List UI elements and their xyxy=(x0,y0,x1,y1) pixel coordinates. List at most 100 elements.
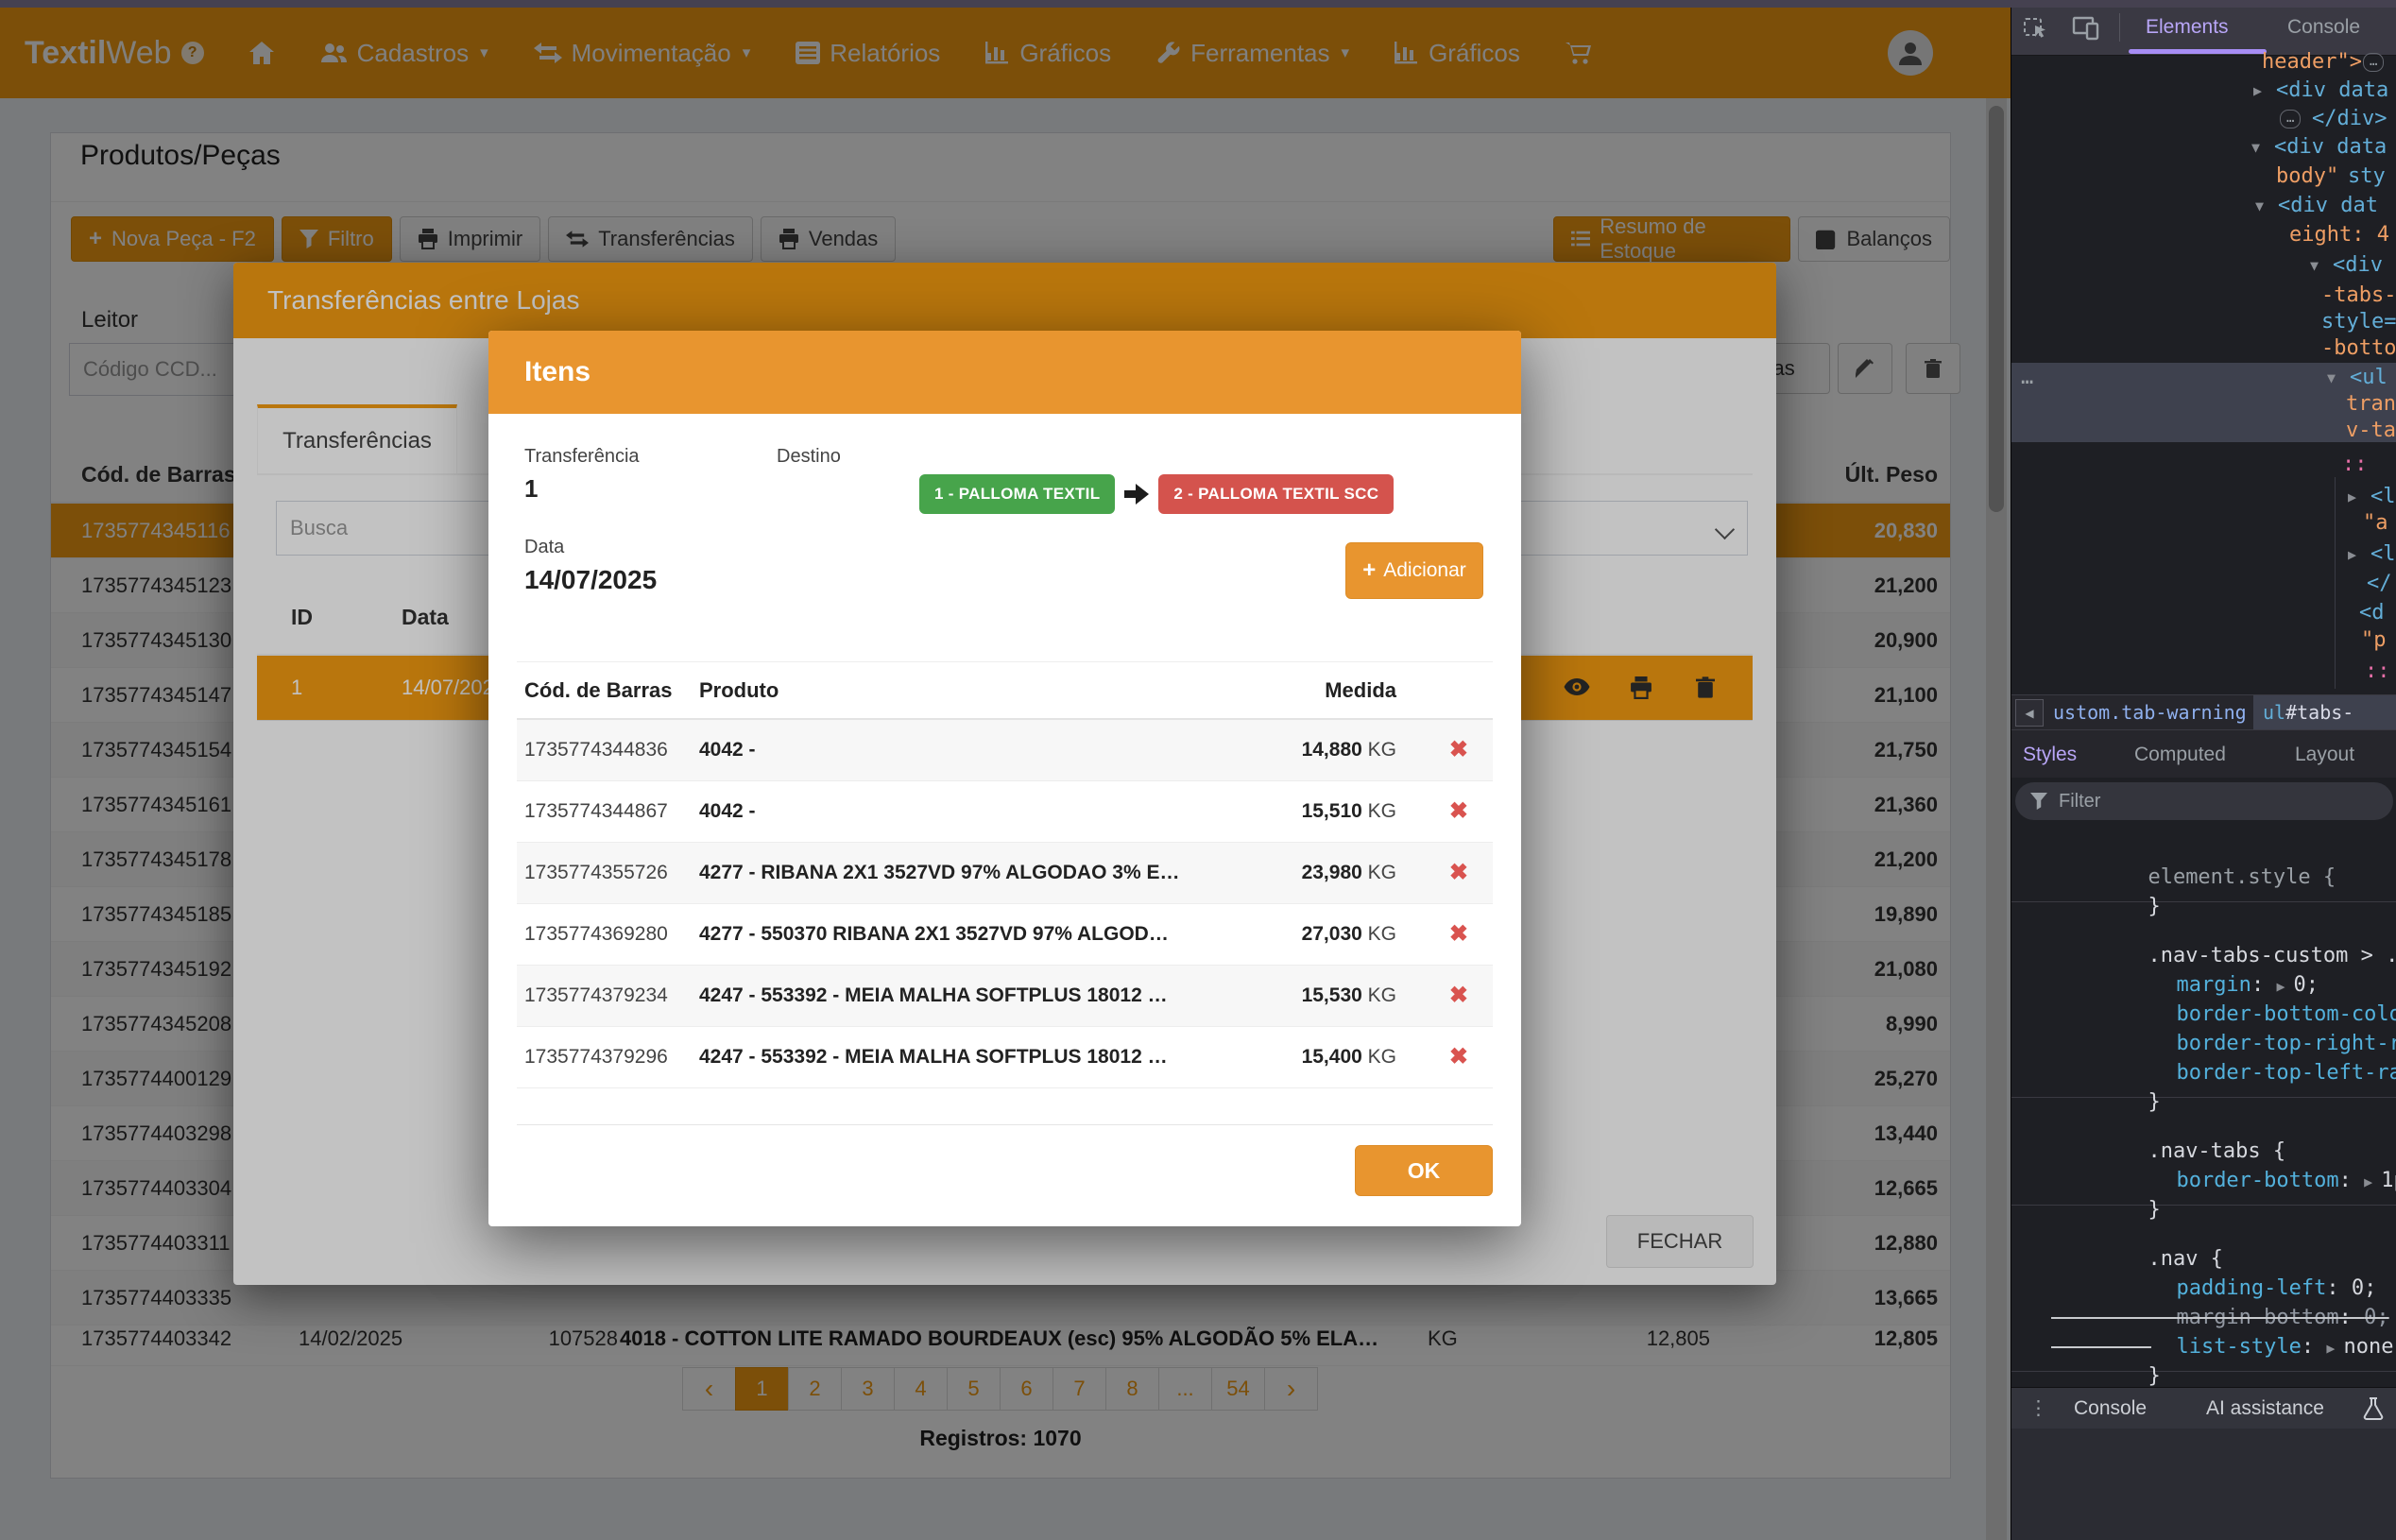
dom-node-fragment[interactable]: ▶ xyxy=(2348,540,2356,569)
drawer-menu-icon[interactable]: ⋮ xyxy=(2028,1388,2048,1429)
active-tab-underline xyxy=(2129,49,2267,54)
dom-node-fragment[interactable]: :: xyxy=(2365,658,2390,686)
dom-node-fragment[interactable]: <l xyxy=(2370,540,2396,569)
tab-computed[interactable]: Computed xyxy=(2134,730,2226,779)
styles-rules[interactable]: element.style { } .nav-tabs-custom > .na… xyxy=(2011,824,2396,1387)
styles-filter-row: Filter xyxy=(2011,778,2396,824)
dom-node-fragment[interactable]: <div data xyxy=(2276,77,2388,105)
css-declaration: border-bottom-color: #f4f4f4 xyxy=(2176,1002,2396,1026)
device-toolbar-icon[interactable] xyxy=(2072,15,2100,42)
dom-node-fragment[interactable]: body" xyxy=(2276,163,2338,191)
item-barcode: 1735774344836 xyxy=(524,720,668,780)
dom-node-fragment[interactable]: … xyxy=(2280,110,2301,128)
origin-badge: 1 - PALLOMA TEXTIL xyxy=(919,474,1115,514)
remove-item-button[interactable]: ✖ xyxy=(1449,966,1468,1026)
css-value: 0; xyxy=(2352,1276,2377,1300)
dom-node-fragment[interactable]: :: xyxy=(2342,451,2368,479)
funnel-icon xyxy=(2030,793,2047,810)
dom-node-fragment[interactable]: eight: 4 xyxy=(2289,221,2389,249)
dom-node-fragment[interactable]: header"> xyxy=(2262,48,2362,77)
tree-indent-guide xyxy=(2335,477,2336,689)
dom-node-fragment[interactable]: tran xyxy=(2346,390,2396,419)
expand-arrow-icon[interactable]: ▶ xyxy=(2276,978,2293,995)
item-measure: 14,880 KG xyxy=(1302,720,1396,780)
tab-elements[interactable]: Elements xyxy=(2146,0,2229,55)
item-barcode: 1735774369280 xyxy=(524,904,668,965)
itens-modal-header: Itens xyxy=(488,331,1521,414)
toolbar-divider xyxy=(2119,13,2120,42)
item-unit: KG xyxy=(1368,1046,1396,1068)
dom-node-fragment[interactable]: <d xyxy=(2359,599,2385,627)
css-value: 1px solid xyxy=(2381,1169,2396,1192)
dom-node-text: … xyxy=(2021,366,2035,389)
remove-item-button[interactable]: ✖ xyxy=(1449,843,1468,903)
item-barcode: 1735774379234 xyxy=(524,966,668,1026)
remove-item-button[interactable]: ✖ xyxy=(1449,904,1468,965)
tab-layout[interactable]: Layout xyxy=(2295,730,2354,779)
breadcrumb-item[interactable]: ustom.tab-warning xyxy=(2053,695,2247,730)
tab-styles[interactable]: Styles xyxy=(2023,730,2077,779)
item-qty: 15,530 xyxy=(1302,984,1362,1006)
remove-item-button[interactable]: ✖ xyxy=(1449,781,1468,842)
css-property: margin-bottom xyxy=(2176,1306,2338,1329)
inspect-element-icon[interactable] xyxy=(2023,15,2049,42)
dom-node-fragment[interactable]: <ul xyxy=(2350,364,2387,392)
dom-node-text: tran xyxy=(2346,392,2396,416)
css-property: border-bottom-color xyxy=(2176,1002,2396,1026)
dom-node-fragment[interactable]: ▶ xyxy=(2253,77,2262,105)
item-unit: KG xyxy=(1368,739,1396,761)
breadcrumb-item-selected[interactable]: ul#tabs-tra xyxy=(2253,695,2396,730)
dom-node-fragment[interactable]: -tabs- xyxy=(2321,282,2396,310)
item-unit: KG xyxy=(1368,800,1396,822)
dom-node-fragment[interactable]: ▼ xyxy=(2251,133,2260,162)
item-qty: 27,030 xyxy=(1302,923,1362,945)
styles-filter-input[interactable]: Filter xyxy=(2015,782,2393,820)
dom-node-fragment[interactable]: ▼ xyxy=(2255,192,2264,220)
dom-node-fragment[interactable]: <div data xyxy=(2274,133,2387,162)
dom-node-fragment[interactable]: "p xyxy=(2361,626,2387,655)
dom-node-fragment[interactable]: … xyxy=(2021,364,2035,392)
dom-node-fragment[interactable]: ▼ xyxy=(2327,364,2336,392)
ok-button[interactable]: OK xyxy=(1355,1145,1493,1196)
dom-node-fragment[interactable]: <div c xyxy=(2333,251,2396,280)
item-qty: 14,880 xyxy=(1302,739,1362,761)
expand-arrow-icon[interactable]: ▶ xyxy=(2364,1173,2381,1190)
dom-node-fragment[interactable]: ▼ xyxy=(2310,251,2319,280)
item-product: 4247 - 553392 - MEIA MALHA SOFTPLUS 1801… xyxy=(699,966,1168,1026)
dom-node-fragment[interactable]: … xyxy=(2363,53,2384,72)
dom-node-fragment[interactable]: -botto xyxy=(2321,334,2396,363)
remove-item-button[interactable]: ✖ xyxy=(1449,720,1468,780)
css-value: 0; xyxy=(2294,973,2319,997)
expand-arrow-icon[interactable]: ▶ xyxy=(2326,1340,2343,1357)
dom-node-fragment[interactable]: </ xyxy=(2367,570,2392,598)
breadcrumb-back-button[interactable]: ◀ xyxy=(2015,699,2044,727)
item-row: 1735774355726 4277 - RIBANA 2X1 3527VD 9… xyxy=(517,843,1493,904)
css-declaration: border-bottom: ▶ 1px solid xyxy=(2176,1169,2396,1192)
tab-console[interactable]: Console xyxy=(2287,0,2360,55)
dom-node-fragment[interactable]: </div> xyxy=(2312,105,2387,133)
drawer-tab-ai-assistance[interactable]: AI assistance xyxy=(2206,1388,2324,1429)
dom-node-fragment[interactable]: style= xyxy=(2321,308,2396,336)
dom-node-fragment[interactable]: "a xyxy=(2363,509,2388,538)
css-line[interactable]: element.style { xyxy=(2011,833,2396,863)
dom-node-fragment[interactable]: sty xyxy=(2348,163,2386,191)
item-row: 1735774344836 4042 - 14,880 KG ✖ xyxy=(517,720,1493,781)
dom-node-text: … xyxy=(2286,111,2294,126)
adicionar-button[interactable]: +Adicionar xyxy=(1345,542,1483,599)
css-selector: .nav-tabs { xyxy=(2148,1139,2285,1163)
devtools-panel: Elements Console header">…▶<div data…</d… xyxy=(2011,0,2396,1540)
dom-node-text: "a xyxy=(2363,511,2388,535)
dom-node-text: <l xyxy=(2370,542,2396,566)
item-qty: 23,980 xyxy=(1302,862,1362,883)
remove-item-button[interactable]: ✖ xyxy=(1449,1027,1468,1087)
dom-node-text: :: xyxy=(2342,453,2368,476)
dom-node-fragment[interactable]: v-ta xyxy=(2346,417,2396,445)
transferencia-value: 1 xyxy=(524,474,538,504)
dom-node-fragment[interactable]: <div dat xyxy=(2278,192,2378,220)
dom-node-fragment[interactable]: <l xyxy=(2370,483,2396,511)
item-product: 4277 - RIBANA 2X1 3527VD 97% ALGODAO 3% … xyxy=(699,843,1179,903)
item-row: 1735774379296 4247 - 553392 - MEIA MALHA… xyxy=(517,1027,1493,1088)
dom-node-fragment[interactable]: ▶ xyxy=(2348,483,2356,511)
css-declaration: border-top-left-radius: 3px; xyxy=(2176,1061,2396,1085)
drawer-tab-console[interactable]: Console xyxy=(2074,1388,2147,1429)
